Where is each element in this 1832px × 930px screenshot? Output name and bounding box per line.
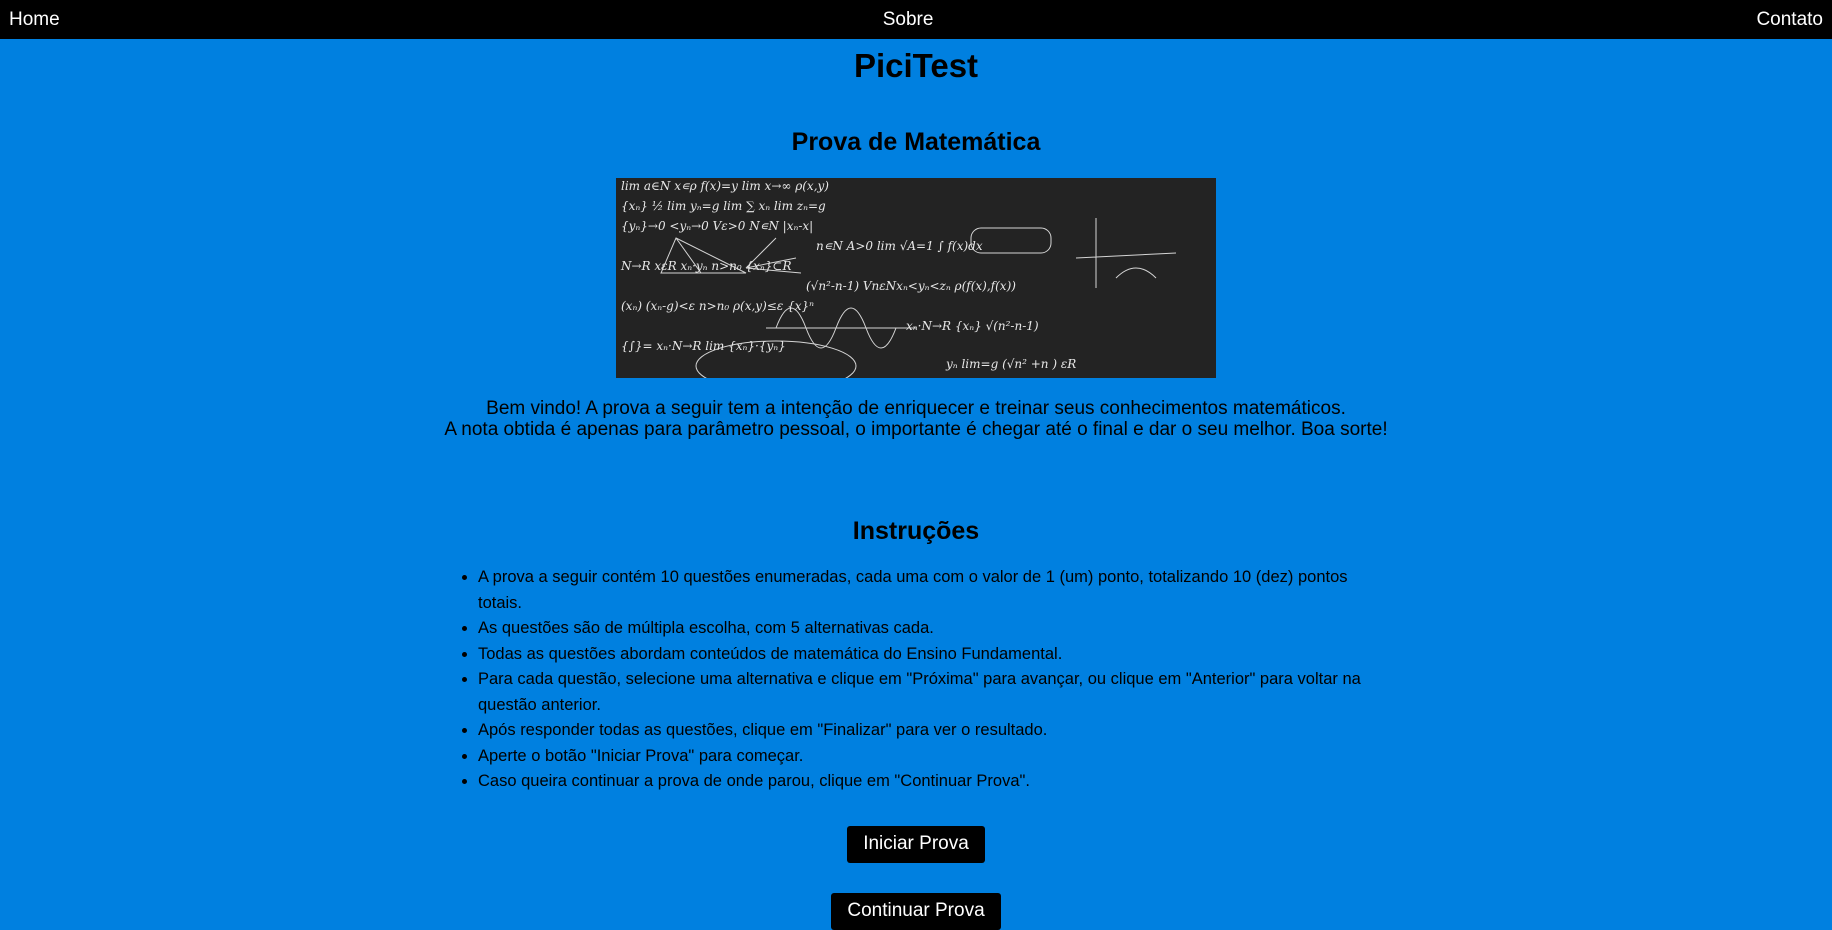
start-exam-button[interactable]: Iniciar Prova <box>847 825 985 863</box>
welcome-line-1: Bem vindo! A prova a seguir tem a intenç… <box>486 398 1346 419</box>
instruction-item: Para cada questão, selecione uma alterna… <box>478 667 1376 718</box>
site-title: PiciTest <box>853 47 979 84</box>
svg-text:n∊N A>0 lim √A=1 ∫ f(x)dx: n∊N A>0 lim √A=1 ∫ f(x)dx <box>816 239 983 253</box>
svg-text:{∫}= xₙ·N→R lim {xₙ}·{yₙ}: {∫}= xₙ·N→R lim {xₙ}·{yₙ} <box>621 339 786 353</box>
instruction-item: As questões são de múltipla escolha, com… <box>478 616 1376 642</box>
svg-text:{xₙ} ½ lim yₙ=g lim ∑ xₙ: {xₙ} ½ lim yₙ=g lim ∑ xₙ lim zₙ=g <box>621 199 826 213</box>
instruction-item: Após responder todas as questões, clique… <box>478 718 1376 744</box>
continue-exam-button[interactable]: Continuar Prova <box>831 892 1001 930</box>
svg-text:yₙ lim=g (√n² +n ) εR: yₙ lim=g (√n² +n ) εR <box>945 357 1076 371</box>
nav-about-link[interactable]: Sobre <box>883 9 934 31</box>
svg-text:(xₙ) (xₙ-g)<ε n>n₀ ρ(x,y)≤ε: (xₙ) (xₙ-g)<ε n>n₀ ρ(x,y)≤ε {x}ⁿ <box>621 299 814 313</box>
welcome-line-2: A nota obtida é apenas para parâmetro pe… <box>444 419 1388 440</box>
nav-contact-link[interactable]: Contato <box>1756 9 1823 31</box>
svg-text:N→R xεR xₙ·yₙ n>n₀ {xₙ}⊂R: N→R xεR xₙ·yₙ n>n₀ {xₙ}⊂R <box>620 259 792 273</box>
svg-text:{yₙ}→0 <yₙ→0 Vε>0 N∊N |xₙ-x: {yₙ}→0 <yₙ→0 Vε>0 N∊N |xₙ-x| <box>621 219 813 233</box>
svg-text:lim a∈N x∊ρ f(x)=y lim x→∞: lim a∈N x∊ρ f(x)=y lim x→∞ ρ(x,y) <box>621 179 829 193</box>
instructions-title: Instruções <box>852 517 980 545</box>
exam-title: Prova de Matemática <box>791 128 1041 156</box>
top-navigation: Home Sobre Contato <box>0 0 1832 39</box>
instruction-item: A prova a seguir contém 10 questões enum… <box>478 565 1376 616</box>
instruction-item: Caso queira continuar a prova de onde pa… <box>478 769 1376 795</box>
instructions-list: A prova a seguir contém 10 questões enum… <box>456 565 1376 795</box>
nav-home-link[interactable]: Home <box>9 9 60 31</box>
instruction-item: Todas as questões abordam conteúdos de m… <box>478 642 1376 668</box>
svg-text:(√n²-n-1) VnεNxₙ<yₙ<zₙ ρ(f(x: (√n²-n-1) VnεNxₙ<yₙ<zₙ ρ(f(x),f(x)) <box>806 279 1016 293</box>
svg-text:xₙ·N→R {xₙ} √(n²-n-1): xₙ·N→R {xₙ} √(n²-n-1) <box>906 319 1039 333</box>
instruction-item: Aperte o botão "Iniciar Prova" para come… <box>478 744 1376 770</box>
math-chalkboard-banner: lim a∈N x∊ρ f(x)=y lim x→∞ ρ(x,y) {xₙ} ½… <box>616 178 1216 378</box>
welcome-message: Bem vindo! A prova a seguir tem a intenç… <box>0 398 1832 440</box>
